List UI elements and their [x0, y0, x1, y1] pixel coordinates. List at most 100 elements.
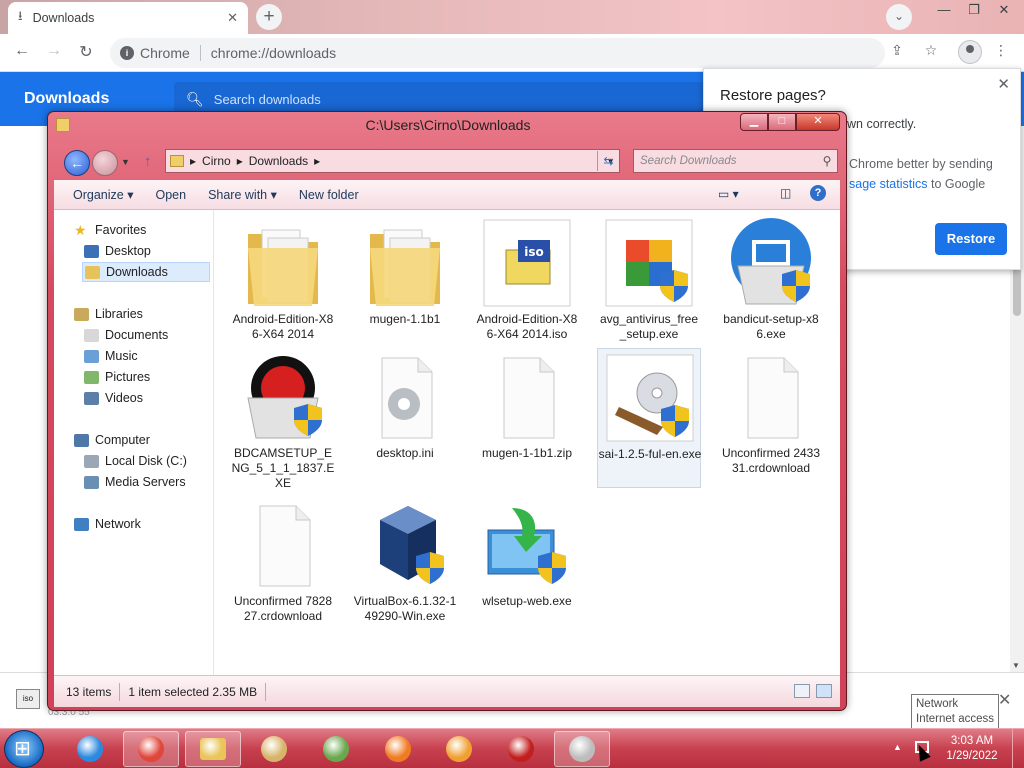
close-button[interactable]: ✕ [990, 2, 1018, 20]
tab-downloads[interactable]: ⭳ Downloads ✕ [8, 2, 248, 34]
item-count: 13 items [66, 684, 112, 699]
forward-button[interactable] [92, 150, 118, 176]
explorer-address-bar[interactable]: ▸ Cirno ▸ Downloads ▸ ▼ [165, 149, 620, 173]
minimize-button[interactable]: ▁ [740, 113, 768, 131]
taskbar-app-button[interactable] [554, 731, 610, 767]
file-item[interactable]: mugen-1-1b1.zip [475, 348, 579, 488]
nav-item-favorites[interactable]: ★ Favorites [72, 220, 210, 240]
organize-button[interactable]: Organize ▾ [62, 187, 144, 202]
file-item[interactable]: iso Android-Edition-X86-X64 2014.iso [475, 214, 579, 354]
scrollbar-thumb[interactable] [1013, 266, 1021, 316]
minimize-button[interactable]: — [930, 2, 958, 20]
taskbar-app-button[interactable] [62, 731, 118, 767]
profile-avatar[interactable] [958, 40, 982, 64]
bookmark-star-icon[interactable]: ☆ [920, 42, 942, 59]
breadcrumb-item-downloads[interactable]: Downloads [249, 154, 308, 168]
nav-item-libraries[interactable]: Libraries [72, 304, 210, 324]
status-bar: 13 items 1 item selected 2.35 MB [54, 675, 840, 707]
nav-item-desktop[interactable]: Desktop [82, 241, 210, 261]
share-with-button[interactable]: Share with ▾ [197, 187, 288, 202]
address-bar[interactable]: i Chrome chrome://downloads [110, 38, 885, 68]
nav-item-local-disk-c[interactable]: Local Disk (C:) [82, 451, 210, 471]
breadcrumb-chevron-icon[interactable]: ▸ [314, 154, 320, 168]
file-name: mugen-1.1b1 [369, 312, 441, 326]
close-icon[interactable]: ✕ [998, 690, 1011, 710]
menu-kebab-icon[interactable]: ⋮ [990, 42, 1012, 59]
tray-expand-icon[interactable]: ▲ [893, 742, 902, 752]
sai-icon [569, 736, 595, 762]
taskbar-app-button[interactable] [246, 731, 302, 767]
file-item[interactable]: wlsetup-web.exe [475, 496, 579, 636]
close-tab-icon[interactable]: ✕ [227, 10, 238, 26]
ini-file-icon [360, 352, 450, 442]
show-desktop-button[interactable] [1012, 729, 1024, 768]
share-icon[interactable]: ⇪ [886, 42, 908, 59]
taskbar-app-button[interactable] [370, 731, 426, 767]
refresh-icon[interactable]: ⇆ [597, 151, 619, 171]
file-item[interactable]: Unconfirmed 243331.crdownload [719, 348, 823, 488]
close-icon[interactable]: ✕ [997, 75, 1010, 93]
details-view-icon[interactable] [794, 684, 810, 698]
new-tab-button[interactable]: + [256, 4, 282, 30]
restore-usage-text-2: sage statistics to Google [849, 177, 985, 191]
blank-file-icon [726, 352, 816, 442]
taskbar-app-button[interactable] [123, 731, 179, 767]
back-button[interactable]: ← [64, 150, 90, 176]
open-button[interactable]: Open [144, 188, 197, 202]
up-arrow-icon[interactable]: ↑ [144, 153, 152, 170]
taskbar-app-button[interactable] [431, 731, 487, 767]
large-icons-view-icon[interactable] [816, 684, 832, 698]
taskbar-app-button[interactable] [308, 731, 364, 767]
maximize-button[interactable]: ❐ [960, 2, 988, 20]
recent-pages-chevron-icon[interactable]: ▼ [121, 157, 130, 167]
taskbar-app-button[interactable] [185, 731, 241, 767]
file-item[interactable]: BDCAMSETUP_ENG_5_1_1_1837.EXE [231, 348, 335, 490]
file-item[interactable]: avg_antivirus_free_setup.exe [597, 214, 701, 354]
nav-item-media-servers[interactable]: Media Servers [82, 472, 210, 492]
file-item[interactable]: Unconfirmed 782827.crdownload [231, 496, 335, 636]
nav-item-music[interactable]: Music [82, 346, 210, 366]
file-item[interactable]: VirtualBox-6.1.32-149290-Win.exe [353, 496, 457, 636]
start-button[interactable] [4, 730, 44, 768]
search-icon[interactable]: ⚲ [817, 154, 837, 168]
downloads-folder-icon [85, 265, 100, 279]
preview-pane-icon[interactable]: ◫ [780, 186, 791, 200]
explorer-search-input[interactable]: Search Downloads ⚲ [633, 149, 838, 173]
breadcrumb-chevron-icon[interactable]: ▸ [237, 154, 243, 168]
file-item[interactable]: sai-1.2.5-ful-en.exe [597, 348, 701, 488]
reload-icon[interactable]: ↻ [74, 42, 98, 64]
file-item[interactable]: bandicut-setup-x86.exe [719, 214, 823, 354]
scroll-down-icon[interactable]: ▼ [1012, 661, 1020, 670]
close-button[interactable]: ✕ [796, 113, 840, 131]
file-item[interactable]: Android-Edition-X86-X64 2014 [231, 214, 335, 354]
site-info-icon[interactable]: i [120, 46, 134, 60]
file-item[interactable]: desktop.ini [353, 348, 457, 488]
iso-file-icon[interactable]: iso [16, 689, 40, 709]
nav-item-videos[interactable]: Videos [82, 388, 210, 408]
nav-item-network[interactable]: Network [72, 514, 210, 534]
star-icon: ★ [74, 221, 87, 238]
help-icon[interactable]: ? [810, 185, 826, 201]
desktop-icon [84, 244, 99, 258]
nav-item-pictures[interactable]: Pictures [82, 367, 210, 387]
new-folder-button[interactable]: New folder [288, 188, 370, 202]
back-arrow-icon[interactable]: ← [10, 42, 34, 64]
forward-arrow-icon[interactable]: → [42, 42, 66, 64]
paint-icon [261, 736, 287, 762]
restore-button[interactable]: Restore [935, 223, 1007, 255]
nav-item-computer[interactable]: Computer [72, 430, 210, 450]
vbox-file-icon [360, 500, 450, 590]
maximize-button[interactable]: □ [768, 113, 796, 131]
file-item[interactable]: mugen-1.1b1 [353, 214, 457, 354]
navigation-pane: ★ Favorites Desktop Downloads Libraries Docum… [54, 210, 214, 675]
nav-item-documents[interactable]: Documents [82, 325, 210, 345]
tab-search-button[interactable]: ⌄ [886, 4, 912, 30]
usage-statistics-link[interactable]: sage statistics [849, 177, 928, 191]
breadcrumb-item-cirno[interactable]: Cirno [202, 154, 231, 168]
nav-item-downloads[interactable]: Downloads [82, 262, 210, 282]
blank-file-icon [238, 500, 328, 590]
clock[interactable]: 3:03 AM 1/29/2022 [944, 734, 1000, 764]
change-view-icon[interactable]: ▭ ▾ [718, 187, 739, 201]
breadcrumb-chevron-icon[interactable]: ▸ [190, 154, 196, 168]
taskbar-app-button[interactable] [493, 731, 549, 767]
